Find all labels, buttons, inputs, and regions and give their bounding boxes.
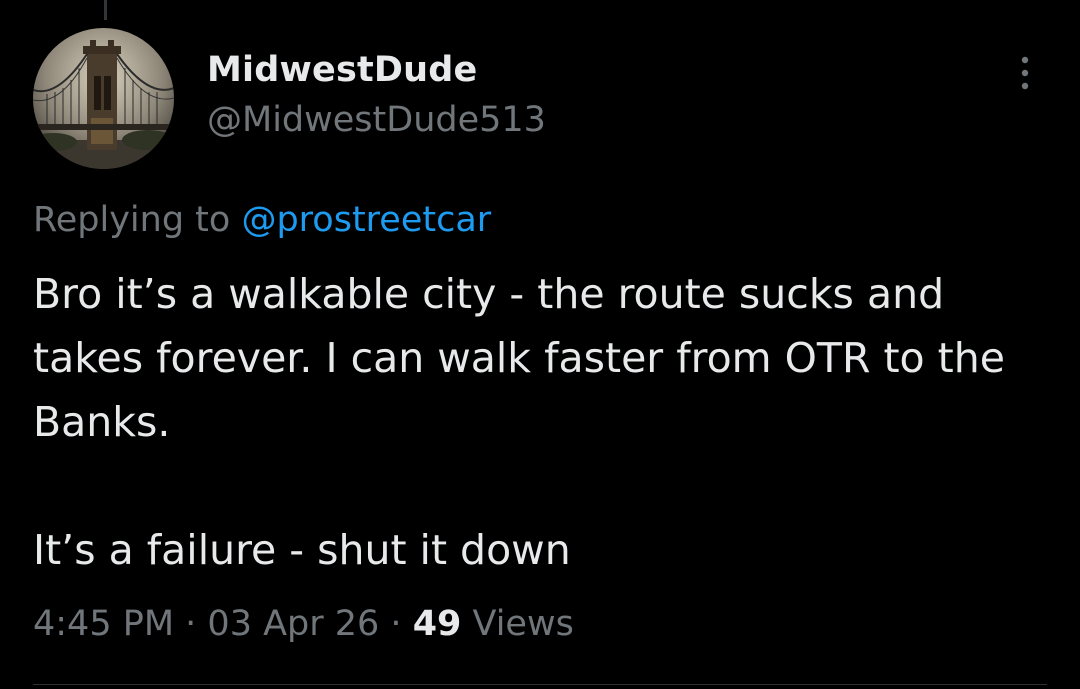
user-handle[interactable]: @MidwestDude513 xyxy=(207,100,546,140)
views-label: Views xyxy=(461,604,574,644)
tweet-paragraph-1: Bro it’s a walkable city - the route suc… xyxy=(33,270,1005,446)
meta-separator: · xyxy=(379,604,413,644)
thread-connector-line xyxy=(104,0,107,20)
more-vertical-icon[interactable] xyxy=(1010,55,1040,91)
display-name[interactable]: MidwestDude xyxy=(207,50,477,90)
tweet-text: Bro it’s a walkable city - the route suc… xyxy=(33,262,1053,582)
tweet-date[interactable]: 03 Apr 26 xyxy=(207,604,379,644)
views-count: 49 xyxy=(412,604,462,644)
tweet-time[interactable]: 4:45 PM xyxy=(33,604,174,644)
divider xyxy=(33,684,1047,685)
bridge-avatar-image xyxy=(33,28,174,169)
tweet-metadata: 4:45 PM · 03 Apr 26 · 49 Views xyxy=(33,604,574,644)
replying-to-mention[interactable]: @prostreetcar xyxy=(241,200,491,240)
avatar[interactable] xyxy=(33,28,174,169)
replying-to-prefix: Replying to xyxy=(33,200,242,240)
tweet-paragraph-2: It’s a failure - shut it down xyxy=(33,526,571,574)
replying-to-line: Replying to @prostreetcar xyxy=(33,200,491,240)
meta-separator: · xyxy=(174,604,208,644)
